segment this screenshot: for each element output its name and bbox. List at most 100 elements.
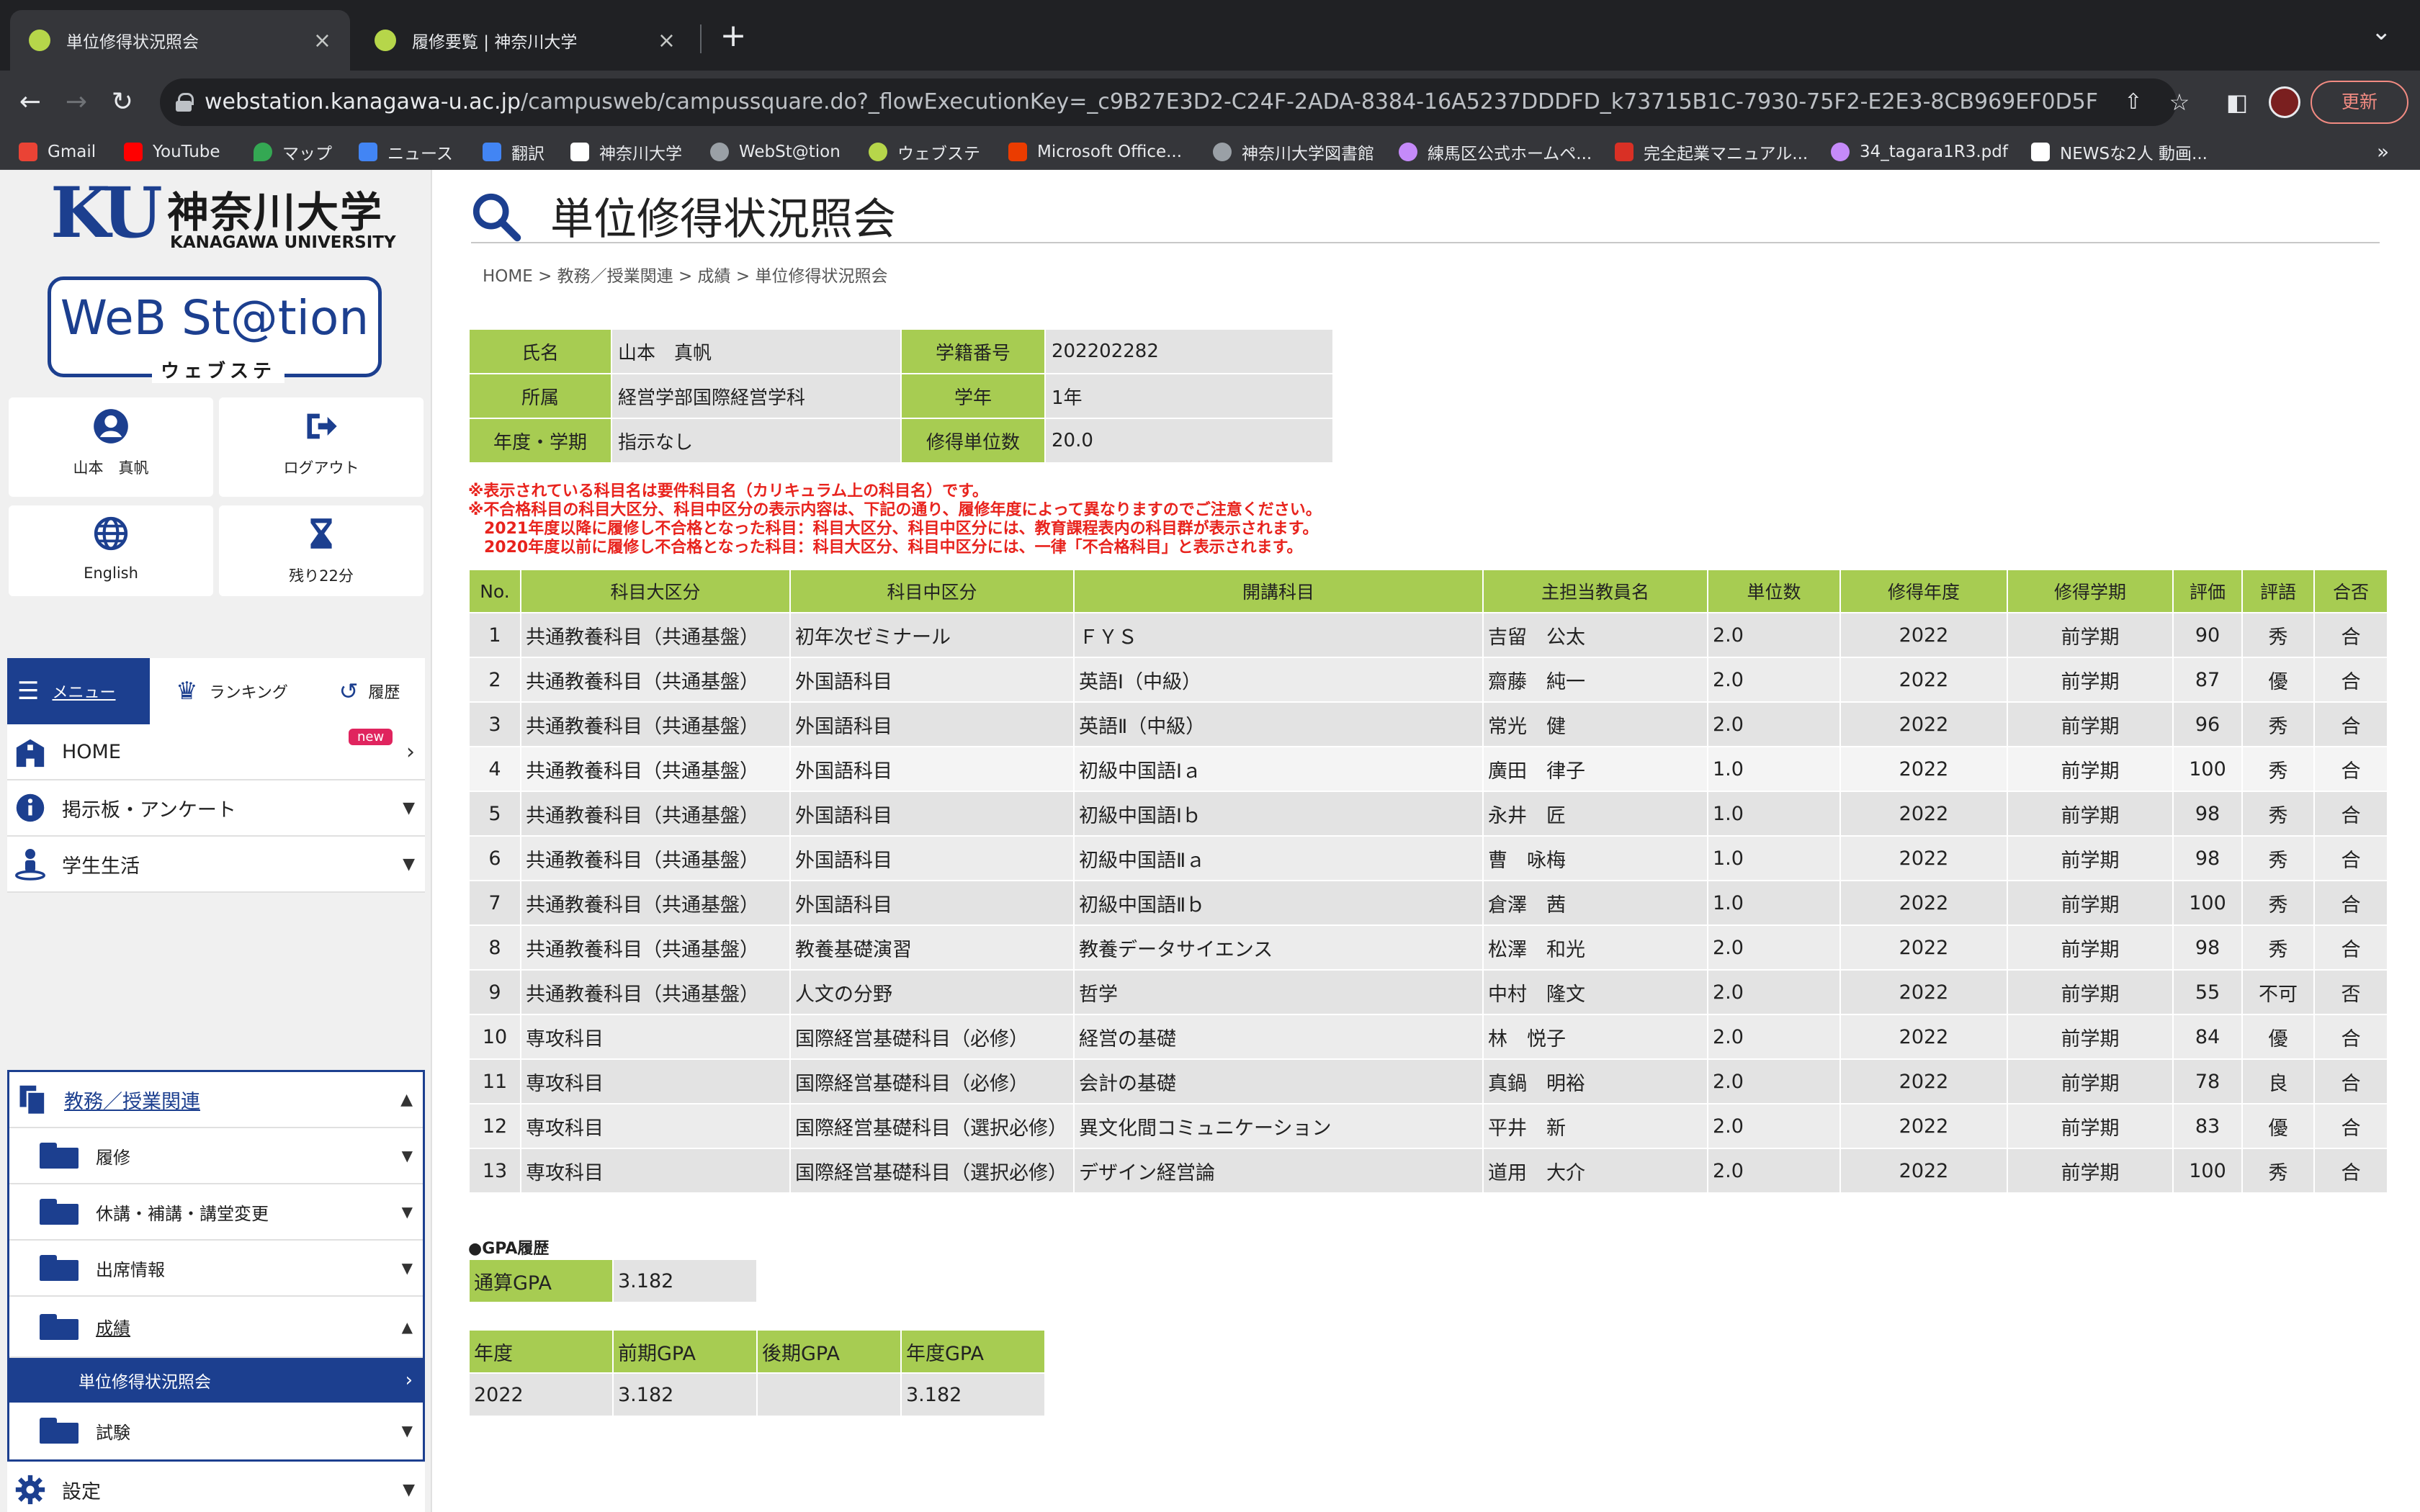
breadcrumb: HOME > 教務／授業関連 > 成績 > 単位修得状況照会 — [483, 267, 888, 286]
table-cell: 共通教養科目（共通基盤） — [520, 657, 791, 703]
url-text[interactable]: webstation.kanagawa-u.ac.jp/campusweb/ca… — [205, 89, 2098, 114]
table-cell: ＦＹＳ — [1073, 612, 1484, 658]
divider — [471, 242, 2380, 243]
table-cell: 松澤 和光 — [1482, 924, 1708, 971]
bookmark-item[interactable]: 神奈川大学 — [570, 140, 682, 164]
tab-menu[interactable]: ☰ メニュー — [7, 658, 150, 724]
table-cell: 3 — [468, 701, 521, 747]
table-cell: 秀 — [2241, 924, 2315, 971]
side-panel-icon[interactable]: ◧ — [2221, 86, 2253, 118]
browser-tab-active[interactable]: 単位修得状況照会 × — [10, 10, 350, 71]
ku-icon — [570, 143, 589, 161]
notice-text: ※表示されている科目名は要件科目名（カリキュラム上の科目名）です。 ※不合格科目… — [468, 482, 1322, 557]
tab-search-chevron-icon[interactable]: ⌄ — [2371, 17, 2392, 46]
table-cell: 真鍋 明裕 — [1482, 1058, 1708, 1104]
bookmarks-overflow-icon[interactable]: » — [2377, 140, 2389, 163]
close-tab-icon[interactable]: × — [313, 28, 331, 53]
info-value-dept: 経営学部国際経営学科 — [611, 373, 902, 419]
reload-button[interactable]: ↻ — [102, 82, 143, 122]
bookmark-item[interactable]: ウェブステ — [869, 140, 980, 164]
browser-tab[interactable]: 履修要覧 | 神奈川大学 × — [356, 10, 694, 71]
table-cell: 秀 — [2241, 701, 2315, 747]
gpa-year-table: 年度 前期GPA 後期GPA 年度GPA 2022 3.182 3.182 — [468, 1329, 1046, 1417]
table-cell: 2.0 — [1707, 657, 1841, 703]
back-button[interactable]: ← — [10, 82, 50, 122]
table-cell: 秀 — [2241, 1148, 2315, 1194]
new-tab-button[interactable]: + — [713, 16, 753, 56]
submenu-rishu[interactable]: 履修 ▼ — [9, 1128, 423, 1184]
bookmark-item[interactable]: 34_tagara1R3.pdf — [1831, 140, 2008, 164]
table-cell: 共通教養科目（共通基盤） — [520, 969, 791, 1015]
table-cell: 齋藤 純一 — [1482, 657, 1708, 703]
logout-button[interactable]: ログアウト — [219, 397, 424, 497]
table-cell: 2022 — [1839, 701, 2008, 747]
notice-line: ※不合格科目の科目大区分、科目中区分の表示内容は、下記の通り、履修年度によって異… — [468, 501, 1322, 519]
bookmarks-bar: Gmail YouTube マップ ニュース 翻訳 神奈川大学 WebSt@ti… — [0, 134, 2420, 170]
chevron-down-icon: ▼ — [403, 1480, 415, 1499]
table-cell: 前学期 — [2007, 1103, 2174, 1149]
webstation-logo[interactable]: WeB St@tion ウェブステ — [48, 276, 382, 383]
bookmark-item[interactable]: ニュース — [359, 140, 453, 164]
update-button[interactable]: 更新 — [2311, 81, 2408, 124]
submenu-shiken[interactable]: 試験 ▼ — [9, 1403, 423, 1459]
bookmark-item[interactable]: 完全起業マニュアル... — [1615, 140, 1808, 164]
info-label: 学年 — [900, 373, 1046, 419]
info-label: 学籍番号 — [900, 328, 1046, 374]
table-cell: 外国語科目 — [789, 791, 1075, 837]
university-logo[interactable]: KU 神奈川大学 KANAGAWA UNIVERSITY — [50, 177, 396, 256]
chevron-down-icon: ▼ — [401, 1422, 413, 1439]
english-button[interactable]: English — [9, 505, 213, 596]
table-cell: 2022 — [1839, 924, 2008, 971]
table-cell: 外国語科目 — [789, 746, 1075, 792]
user-profile-button[interactable]: 山本 真帆 — [9, 397, 213, 497]
nav-student-life[interactable]: 学生生活 ▼ — [7, 837, 425, 893]
submenu-credit-status[interactable]: 単位修得状況照会 › — [9, 1358, 423, 1403]
tab-ranking[interactable]: ♛ ランキング — [150, 658, 314, 724]
profile-avatar[interactable] — [2269, 86, 2300, 118]
table-cell: 外国語科目 — [789, 835, 1075, 881]
bookmark-item[interactable]: WebSt@tion — [710, 140, 841, 164]
table-cell: 2022 — [1839, 880, 2008, 926]
submenu-seiseki[interactable]: 成績 ▲ — [9, 1297, 423, 1358]
nav-settings[interactable]: 設定 ▼ — [7, 1462, 425, 1512]
table-cell: 初級中国語Ⅱｂ — [1073, 880, 1484, 926]
nav-home[interactable]: HOME new › — [7, 724, 425, 780]
share-icon[interactable]: ⇧ — [2118, 86, 2149, 118]
search-icon — [471, 192, 521, 242]
nav-board[interactable]: 掲示板・アンケート ▼ — [7, 780, 425, 837]
submenu-kyuko[interactable]: 休講・補講・講堂変更 ▼ — [9, 1184, 423, 1241]
table-cell: 83 — [2172, 1103, 2243, 1149]
jp-icon — [2031, 143, 2050, 161]
table-cell: 98 — [2172, 791, 2243, 837]
table-cell: 経営の基礎 — [1073, 1014, 1484, 1060]
address-bar[interactable]: webstation.kanagawa-u.ac.jp/campusweb/ca… — [160, 78, 2177, 126]
table-row: 3 共通教養科目（共通基盤） 外国語科目 英語Ⅱ（中級） 常光 健 2.0 2022 前学期 9… — [468, 701, 2388, 747]
bookmark-item[interactable]: 練馬区公式ホームペ... — [1399, 140, 1592, 164]
table-cell: 秀 — [2241, 612, 2315, 658]
tab-history[interactable]: ↺ 履歴 — [314, 658, 425, 724]
bookmark-item[interactable]: NEWSな2人 動画... — [2031, 140, 2208, 164]
table-cell: 合 — [2313, 701, 2388, 747]
session-timer-button[interactable]: 残り22分 — [219, 505, 424, 596]
bookmark-star-icon[interactable]: ☆ — [2164, 86, 2195, 118]
table-cell: 2022 — [1839, 657, 2008, 703]
table-cell: 初級中国語Ⅰｂ — [1073, 791, 1484, 837]
bookmark-item[interactable]: Gmail — [19, 140, 96, 164]
table-cell: 合 — [2313, 1058, 2388, 1104]
table-row: 1 共通教養科目（共通基盤） 初年次ゼミナール ＦＹＳ 吉留 公太 2.0 2022 前学期 9… — [468, 612, 2388, 658]
bookmark-item[interactable]: 神奈川大学図書館 — [1213, 140, 1374, 164]
gpa-year-header: 後期GPA — [756, 1329, 902, 1374]
bookmark-item[interactable]: YouTube — [124, 140, 220, 164]
forward-button[interactable]: → — [56, 82, 97, 122]
bookmark-item[interactable]: マップ — [254, 140, 332, 164]
grades-column-header: 修得年度 — [1839, 569, 2008, 613]
chevron-up-icon: ▲ — [400, 1090, 413, 1109]
submenu-shusseki[interactable]: 出席情報 ▼ — [9, 1241, 423, 1297]
bookmark-item[interactable]: 翻訳 — [483, 140, 544, 164]
nav-education[interactable]: 教務／授業関連 ▲ — [9, 1072, 423, 1128]
close-tab-icon[interactable]: × — [658, 28, 676, 53]
notice-line: 2021年度以降に履修し不合格となった科目：科目大区分、科目中区分には、教育課程… — [468, 520, 1319, 538]
bookmark-item[interactable]: Microsoft Office... — [1008, 140, 1182, 164]
table-cell: 前学期 — [2007, 612, 2174, 658]
favicon-icon — [29, 30, 50, 51]
